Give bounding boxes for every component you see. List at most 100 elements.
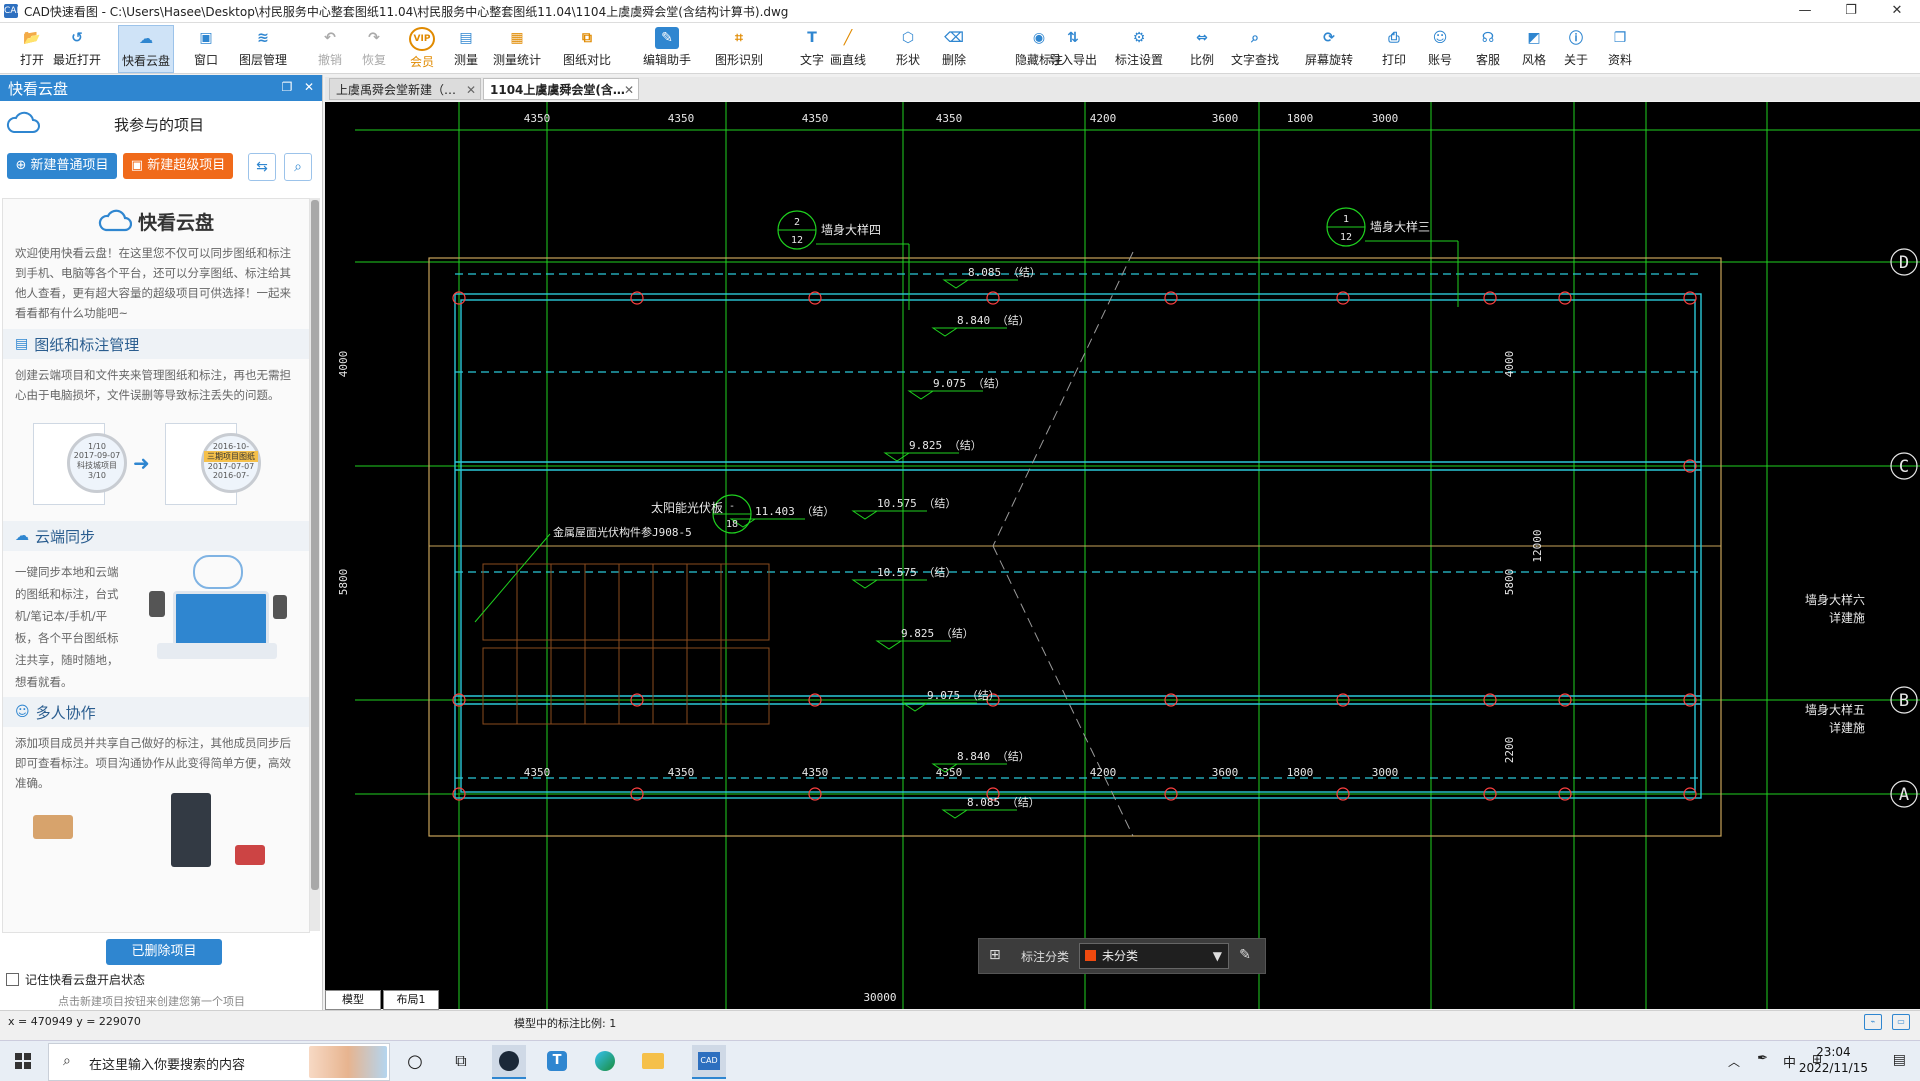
toolbar-open-button[interactable]: 📂 打开	[10, 25, 54, 71]
toolbar-style-button[interactable]: ◩ 风格	[1512, 25, 1556, 71]
section-text: 添加项目成员并共享自己做好的标注，其他成员同步后即可查看标注。项目沟通协作从此变…	[15, 736, 291, 790]
remember-checkbox[interactable]	[6, 973, 19, 986]
toolbar-text-search-button[interactable]: ⌕ 文字查找	[1228, 25, 1282, 71]
task-view-icon[interactable]: ⧉	[444, 1045, 478, 1077]
style-icon: ◩	[1527, 30, 1541, 46]
new-normal-project-button[interactable]: ⊕ 新建普通项目	[7, 153, 117, 179]
cad-viewer-taskbar-icon[interactable]: CAD	[692, 1045, 726, 1079]
toolbar-measure-button[interactable]: ▤ 测量	[444, 25, 488, 71]
panel-scrollbar[interactable]	[310, 198, 320, 931]
tab-close-icon[interactable]: ✕	[466, 79, 476, 101]
elevation-triangle	[941, 809, 969, 819]
toolbar-cloud-button[interactable]: ☁ 快看云盘	[118, 25, 175, 73]
windows-start-icon[interactable]	[6, 1045, 40, 1077]
remember-state-option[interactable]: 记住快看云盘开启状态	[6, 971, 145, 988]
panel-title: 快看云盘	[8, 79, 69, 98]
drawing-canvas[interactable]: 4350 4350 4350 4350 4200 3600 1800 3000 4350 4350…	[325, 102, 1920, 1009]
tab-document-1[interactable]: 上虞禹舜会堂新建（… ✕	[329, 78, 481, 100]
snap-icon[interactable]: ⌁	[1864, 1014, 1882, 1030]
close-button[interactable]: ✕	[1874, 0, 1920, 22]
notification-icon[interactable]: ▤	[1893, 1052, 1906, 1068]
stats-icon: ▦	[510, 30, 524, 46]
panel-close-icon[interactable]: ✕	[302, 80, 316, 94]
toolbar-markup-settings-button[interactable]: ⚙ 标注设置	[1112, 25, 1166, 71]
total-dimension-text: 30000	[863, 991, 896, 1004]
toolbar-scale-button[interactable]: ⇔ 比例	[1180, 25, 1224, 71]
toolbar-account-button[interactable]: ☺ 账号	[1418, 25, 1462, 71]
sheet-tab-model[interactable]: 模型	[325, 990, 381, 1010]
callout-sheet: 18	[726, 519, 738, 530]
toolbar-redo-button[interactable]: ↷ 恢复	[352, 25, 396, 71]
toolbar-label: 恢复	[361, 53, 386, 67]
file-explorer-icon[interactable]	[636, 1045, 670, 1077]
toolbar-recognize-button[interactable]: ⌗ 图形识别	[712, 25, 766, 71]
search-icon[interactable]: ⌕	[284, 153, 312, 181]
toolbar-rotate-button[interactable]: ⟳ 屏幕旋转	[1302, 25, 1356, 71]
history-icon: ↺	[71, 30, 83, 46]
elevation-text: 8.085 （结）	[968, 266, 1041, 279]
scrollbar-thumb[interactable]	[311, 200, 319, 890]
deleted-projects-button[interactable]: 已删除项目	[106, 939, 222, 965]
desk-illustration-icon	[235, 845, 265, 865]
intro-title: 快看云盘	[3, 199, 309, 243]
pen-icon[interactable]: ✒	[1757, 1051, 1768, 1066]
tab-close-icon[interactable]: ✕	[624, 79, 634, 101]
markup-category-select[interactable]: 未分类 ▼	[1079, 943, 1229, 969]
toolbar-undo-button[interactable]: ↶ 撤销	[308, 25, 352, 71]
tab-document-2[interactable]: 1104上虞虞舜会堂(含… ✕	[483, 78, 639, 100]
grid-view-icon[interactable]: ⊞	[989, 947, 1005, 963]
category-value: 未分类	[1102, 949, 1139, 963]
cad-drawing[interactable]: 4350 4350 4350 4350 4200 3600 1800 3000 4350 4350…	[325, 102, 1920, 1009]
toolbar-import-export-button[interactable]: ⇅ 导入导出	[1046, 25, 1100, 71]
fullscreen-icon[interactable]: ▭	[1892, 1014, 1910, 1030]
callout-title: 太阳能光伏板	[651, 500, 723, 515]
minimize-button[interactable]: —	[1782, 0, 1828, 22]
toolbar-window-button[interactable]: ▣ 窗口	[184, 25, 228, 71]
cloud-sync-icon: ☁	[15, 528, 29, 544]
sync-icon[interactable]: ⇆	[248, 153, 276, 181]
panel-float-icon[interactable]: ❐	[280, 80, 294, 94]
illus-label: 1/10	[88, 442, 106, 451]
toolbar-compare-button[interactable]: ⧉ 图纸对比	[560, 25, 614, 71]
toolbar-recent-button[interactable]: ↺ 最近打开	[50, 25, 104, 71]
toolbar-measure-stats-button[interactable]: ▦ 测量统计	[490, 25, 544, 71]
elevation-text: 10.575 （结）	[877, 497, 956, 510]
new-super-project-button[interactable]: ▣ 新建超级项目	[123, 153, 233, 179]
toolbar-line-button[interactable]: ╱ 画直线	[826, 25, 870, 71]
toolbar-resources-button[interactable]: ❐ 资料	[1598, 25, 1642, 71]
toolbar-label: 导入导出	[1049, 53, 1098, 67]
headset-icon: ☊	[1481, 30, 1495, 46]
clock-time: 23:04	[1816, 1045, 1851, 1059]
toolbar-erase-button[interactable]: ⌫ 删除	[932, 25, 976, 71]
top-dimension-text: 4350	[668, 112, 695, 125]
toolbar-about-button[interactable]: ⓘ 关于	[1554, 25, 1598, 71]
maximize-button[interactable]: ❐	[1828, 0, 1874, 22]
section-title: 云端同步	[35, 527, 96, 546]
steam-icon[interactable]	[492, 1045, 526, 1079]
elevation-triangle	[931, 327, 959, 337]
taskbar-search-input[interactable]: ⌕ 在这里输入你要搜索的内容	[48, 1043, 390, 1081]
monitor-illustration-icon	[173, 591, 269, 649]
toolbar-label: 图层管理	[239, 53, 288, 67]
toolbar-label: 客服	[1475, 53, 1500, 67]
taskbar-clock[interactable]: 23:04 2022/11/15	[1799, 1044, 1868, 1076]
top-dimension-text: 4350	[802, 112, 829, 125]
tray-chevron-up-icon[interactable]: ︿	[1728, 1053, 1740, 1070]
sheet-tab-layout1[interactable]: 布局1	[383, 990, 439, 1010]
toolbar-layers-button[interactable]: ≋ 图层管理	[236, 25, 290, 71]
edge-icon[interactable]	[588, 1045, 622, 1077]
tencent-docs-icon[interactable]: T	[540, 1045, 574, 1077]
top-dimension-text: 4350	[524, 112, 551, 125]
toolbar-shape-button[interactable]: ⬡ 形状	[886, 25, 930, 71]
ime-indicator[interactable]: 中	[1783, 1052, 1796, 1071]
edit-category-icon[interactable]: ✎	[1235, 945, 1255, 965]
toolbar-vip-button[interactable]: VIP 会员	[400, 25, 444, 71]
cortana-icon[interactable]: ○	[398, 1045, 432, 1077]
toolbar-print-button[interactable]: ⎙ 打印	[1372, 25, 1416, 71]
windows-taskbar: ⌕ 在这里输入你要搜索的内容 ○ ⧉ T CAD ︿ ✒ 中 ⊞ 23:04 2…	[0, 1040, 1920, 1081]
markup-category-label: 标注分类	[1021, 950, 1070, 964]
right-dimension-text: 2200	[1503, 737, 1516, 764]
toolbar-support-button[interactable]: ☊ 客服	[1466, 25, 1510, 71]
shape-icon: ⬡	[901, 30, 915, 46]
toolbar-edit-assist-button[interactable]: ✎ 编辑助手	[640, 25, 694, 71]
